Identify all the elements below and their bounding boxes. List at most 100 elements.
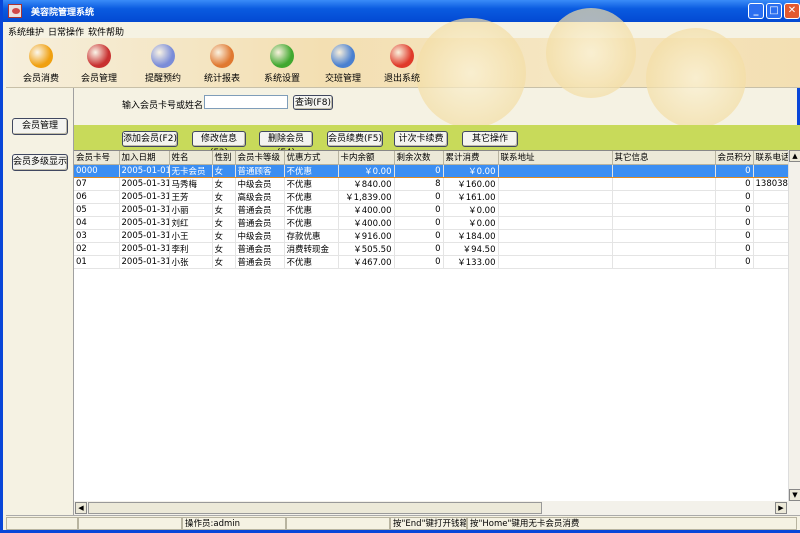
table-cell[interactable] [498, 242, 613, 256]
table-cell[interactable]: 2005-01-31 [119, 190, 170, 204]
table-cell[interactable]: 2005-01-01 [119, 163, 170, 178]
table-cell[interactable]: 2005-01-31 [119, 242, 170, 256]
menu-system[interactable]: 系统维护 [6, 22, 46, 38]
table-cell[interactable]: ￥160.00 [443, 177, 499, 191]
table-cell[interactable]: 马秀梅 [169, 177, 213, 191]
table-cell[interactable]: 0 [394, 163, 444, 178]
table-cell[interactable]: 不优惠 [284, 190, 339, 204]
column-header[interactable]: 累计消费 [443, 151, 499, 165]
maximize-button[interactable]: □ [766, 3, 782, 19]
table-cell[interactable]: 0 [715, 229, 754, 243]
scroll-right-arrow[interactable]: ▶ [775, 502, 787, 514]
action-button-4[interactable]: 计次卡续费 [394, 131, 448, 147]
table-cell[interactable] [612, 203, 716, 217]
table-cell[interactable] [612, 163, 716, 178]
table-cell[interactable] [498, 177, 613, 191]
action-button-5[interactable]: 其它操作 [462, 131, 518, 147]
table-cell[interactable]: 0 [394, 190, 444, 204]
table-cell[interactable]: 13803851 [753, 177, 788, 191]
table-cell[interactable]: 0 [715, 177, 754, 191]
table-cell[interactable]: 女 [212, 229, 236, 243]
table-cell[interactable]: ￥400.00 [338, 216, 395, 230]
table-cell[interactable]: 小丽 [169, 203, 213, 217]
table-cell[interactable]: 0 [715, 242, 754, 256]
scroll-down-arrow[interactable]: ▼ [789, 489, 800, 501]
column-header[interactable]: 剩余次数 [394, 151, 444, 165]
table-row[interactable]: 06 2005-01-31 王芳女高级会员 不优惠 ￥1,839.00 0 ￥161.00 0 [74, 190, 788, 204]
table-cell[interactable]: 中级会员 [235, 177, 285, 191]
toolbar-button-4[interactable]: 系统设置 [252, 40, 312, 86]
table-cell[interactable] [753, 242, 788, 256]
table-cell[interactable]: 07 [74, 177, 120, 191]
table-cell[interactable]: 0 [394, 255, 444, 269]
column-header[interactable]: 加入日期 [119, 151, 170, 165]
table-cell[interactable] [753, 229, 788, 243]
table-cell[interactable]: 女 [212, 216, 236, 230]
table-cell[interactable]: 0 [394, 203, 444, 217]
action-button-2[interactable]: 删除会员(F4) [259, 131, 313, 158]
search-input[interactable] [204, 95, 288, 109]
table-cell[interactable]: ￥1,839.00 [338, 190, 395, 204]
table-cell[interactable]: ￥840.00 [338, 177, 395, 191]
table-cell[interactable]: 普通会员 [235, 216, 285, 230]
menu-help[interactable]: 软件帮助 [86, 22, 126, 38]
table-cell[interactable]: 普通顾客 [235, 163, 285, 178]
table-row[interactable]: 07 2005-01-31 马秀梅女中级会员 不优惠 ￥840.00 8 ￥160.00 0 1… [74, 177, 788, 191]
toolbar-button-5[interactable]: 交班管理 [313, 40, 373, 86]
table-cell[interactable] [753, 255, 788, 269]
table-cell[interactable]: 女 [212, 190, 236, 204]
table-cell[interactable] [753, 163, 788, 178]
table-cell[interactable]: 2005-01-31 [119, 255, 170, 269]
table-cell[interactable] [612, 255, 716, 269]
table-cell[interactable]: 03 [74, 229, 120, 243]
action-button-3[interactable]: 会员续费(F5) [327, 131, 383, 147]
table-cell[interactable]: ￥0.00 [443, 216, 499, 230]
table-cell[interactable]: 0 [394, 229, 444, 243]
column-header[interactable]: 会员卡等级 [235, 151, 285, 165]
toolbar-button-0[interactable]: 会员消费 [11, 40, 71, 86]
table-cell[interactable]: 2005-01-31 [119, 216, 170, 230]
table-cell[interactable] [612, 242, 716, 256]
toolbar-button-6[interactable]: 退出系统 [372, 40, 432, 86]
action-button-1[interactable]: 修改信息(F3) [192, 131, 246, 158]
table-cell[interactable]: ￥505.50 [338, 242, 395, 256]
table-row[interactable]: 02 2005-01-31 李利女普通会员 消费转现金 ￥505.50 0 ￥94.50 0 [74, 242, 788, 256]
column-header[interactable]: 卡内余额 [338, 151, 395, 165]
table-cell[interactable]: 0 [394, 216, 444, 230]
multi-level-display-button[interactable]: 会员多级显示 [12, 154, 68, 171]
member-manage-button[interactable]: 会员管理 [12, 118, 68, 135]
table-cell[interactable]: 不优惠 [284, 177, 339, 191]
table-cell[interactable]: ￥0.00 [443, 203, 499, 217]
table-row[interactable]: 05 2005-01-31 小丽女普通会员 不优惠 ￥400.00 0 ￥0.00 0 [74, 203, 788, 217]
table-cell[interactable]: 王芳 [169, 190, 213, 204]
table-cell[interactable]: 存款优惠 [284, 229, 339, 243]
table-cell[interactable] [753, 216, 788, 230]
table-cell[interactable]: 05 [74, 203, 120, 217]
table-cell[interactable]: 女 [212, 163, 236, 178]
table-cell[interactable]: 0 [715, 216, 754, 230]
scroll-up-arrow[interactable]: ▲ [789, 150, 800, 162]
column-header[interactable]: 优惠方式 [284, 151, 339, 165]
table-cell[interactable] [498, 203, 613, 217]
table-cell[interactable]: 06 [74, 190, 120, 204]
scroll-thumb[interactable] [88, 502, 542, 514]
table-row[interactable]: 04 2005-01-31 刘红女普通会员 不优惠 ￥400.00 0 ￥0.00 0 [74, 216, 788, 230]
table-cell[interactable]: ￥400.00 [338, 203, 395, 217]
table-row[interactable]: 01 2005-01-31 小张女普通会员 不优惠 ￥467.00 0 ￥133.00 0 [74, 255, 788, 269]
table-cell[interactable]: 01 [74, 255, 120, 269]
table-cell[interactable] [498, 229, 613, 243]
table-cell[interactable]: 消费转现金 [284, 242, 339, 256]
table-cell[interactable] [498, 216, 613, 230]
table-cell[interactable]: 中级会员 [235, 229, 285, 243]
column-header[interactable]: 联系地址 [498, 151, 613, 165]
table-cell[interactable]: ￥916.00 [338, 229, 395, 243]
table-cell[interactable]: 李利 [169, 242, 213, 256]
table-cell[interactable]: ￥0.00 [338, 163, 395, 178]
table-cell[interactable]: 女 [212, 255, 236, 269]
table-cell[interactable]: 8 [394, 177, 444, 191]
column-header[interactable]: 姓名 [169, 151, 213, 165]
table-cell[interactable] [498, 163, 613, 178]
table-cell[interactable]: ￥161.00 [443, 190, 499, 204]
table-cell[interactable]: 2005-01-31 [119, 203, 170, 217]
table-cell[interactable]: 女 [212, 177, 236, 191]
